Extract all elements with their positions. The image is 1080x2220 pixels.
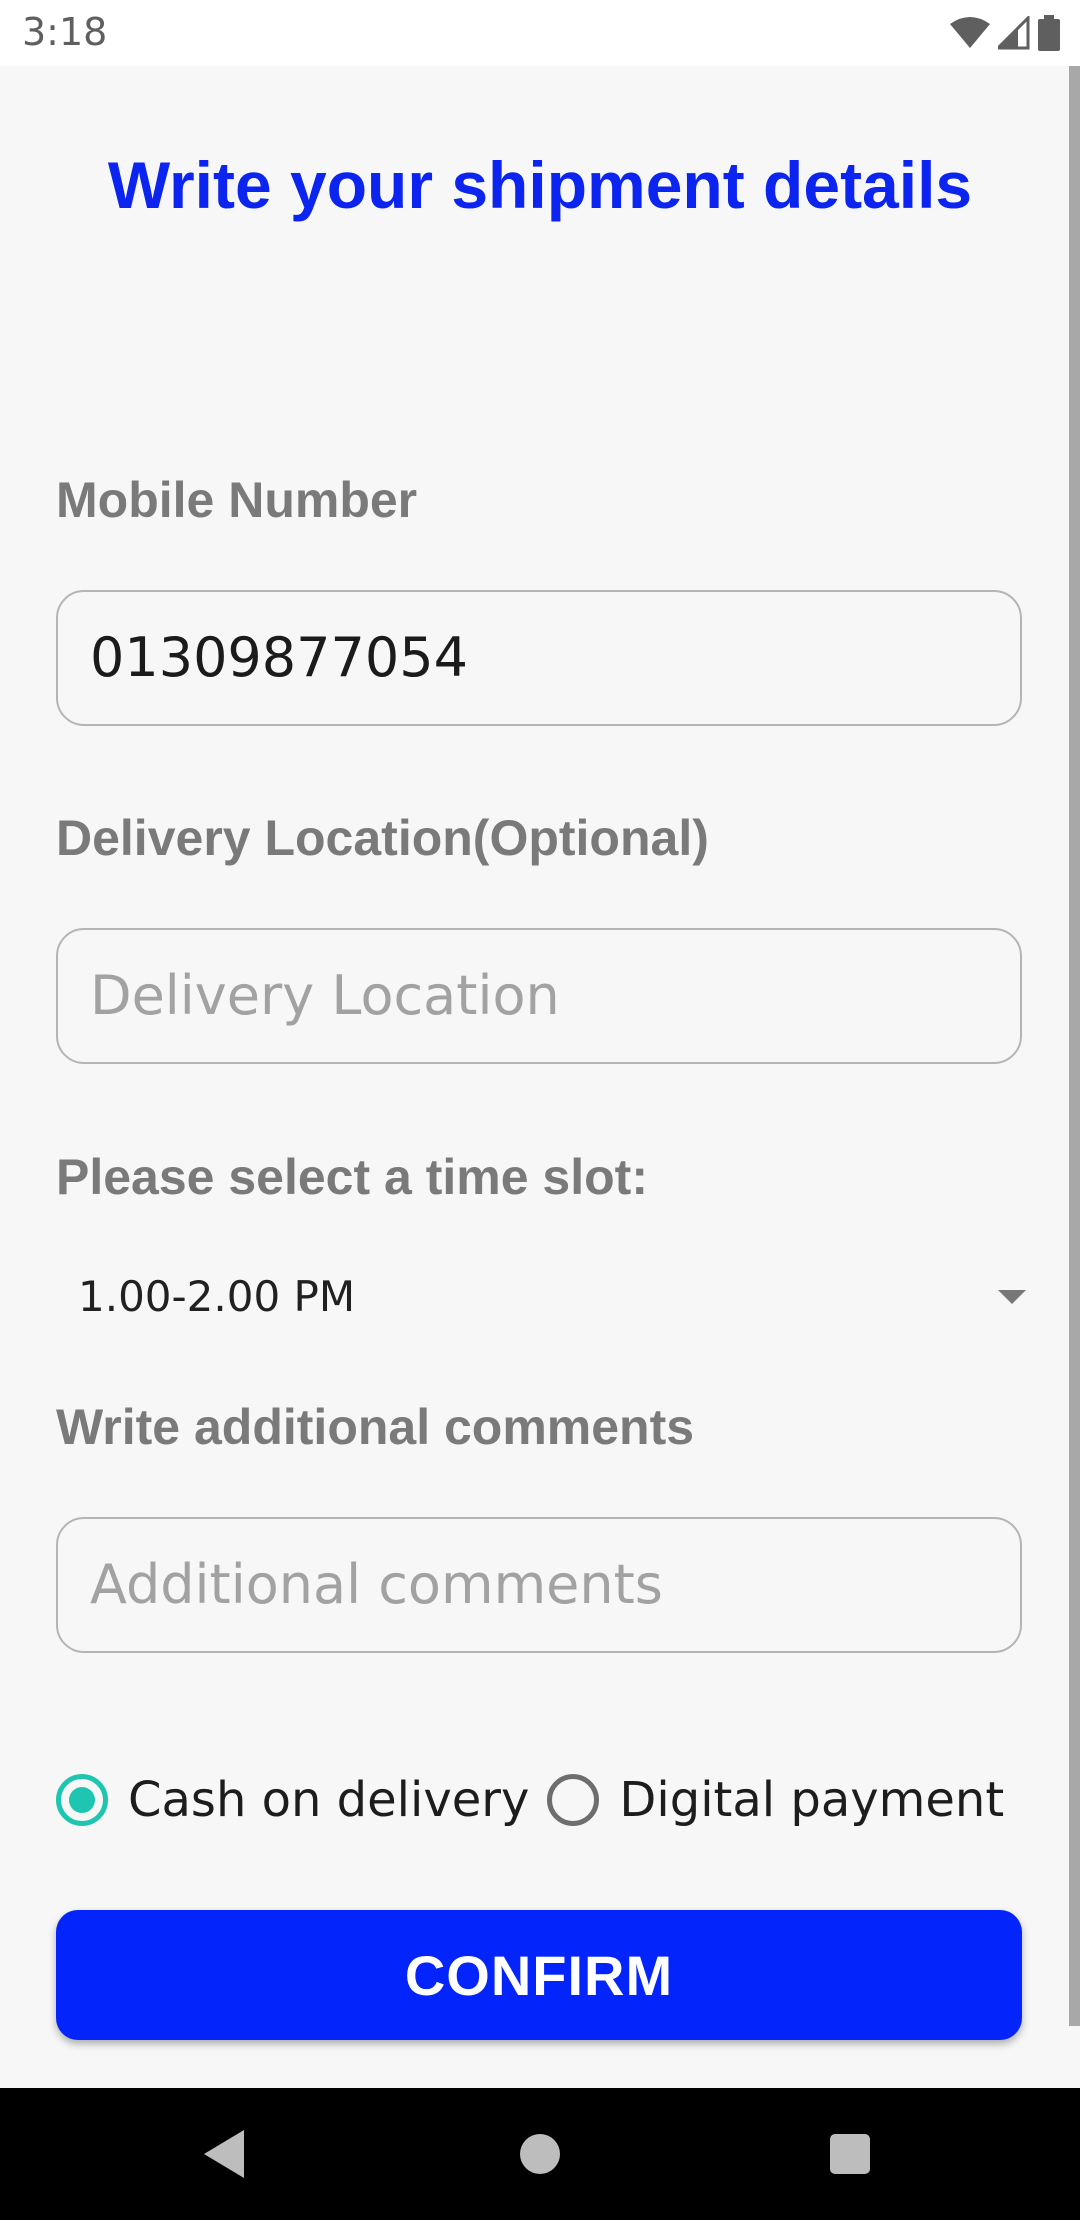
time-slot-selected: 1.00-2.00 PM [78, 1272, 356, 1321]
signal-icon [998, 16, 1030, 50]
wifi-icon [950, 16, 990, 50]
delivery-location-input[interactable]: Delivery Location [56, 928, 1022, 1064]
payment-radio-group: Cash on delivery Digital payment [56, 1765, 1022, 1835]
status-time: 3:18 [22, 10, 108, 54]
home-icon[interactable] [520, 2134, 560, 2174]
delivery-location-label: Delivery Location(Optional) [56, 810, 709, 866]
time-slot-label: Please select a time slot: [56, 1149, 648, 1205]
comments-input[interactable]: Additional comments [56, 1517, 1022, 1653]
dropdown-arrow-icon [998, 1290, 1026, 1304]
recents-icon[interactable] [830, 2134, 870, 2174]
time-slot-dropdown[interactable]: 1.00-2.00 PM [56, 1260, 1032, 1340]
radio-label-cash[interactable]: Cash on delivery [128, 1772, 529, 1828]
navigation-bar [0, 2088, 1080, 2220]
radio-cash-on-delivery[interactable]: Cash on delivery [56, 1765, 547, 1835]
battery-icon [1038, 15, 1060, 51]
radio-digital-payment[interactable]: Digital payment [547, 1765, 1022, 1835]
mobile-number-label: Mobile Number [56, 472, 418, 528]
mobile-number-input[interactable]: 01309877054 [56, 590, 1022, 726]
radio-unchecked-icon[interactable] [547, 1774, 600, 1826]
status-icons [950, 14, 1060, 52]
confirm-button[interactable]: CONFIRM [56, 1910, 1022, 2040]
comments-placeholder: Additional comments [90, 1553, 663, 1616]
radio-label-digital[interactable]: Digital payment [619, 1772, 1004, 1828]
page-title: Write your shipment details [107, 148, 973, 222]
delivery-location-placeholder: Delivery Location [90, 964, 560, 1027]
mobile-number-value: 01309877054 [90, 626, 468, 689]
back-icon[interactable] [204, 2130, 244, 2178]
comments-label: Write additional comments [56, 1399, 695, 1455]
screen: 3:18 Write your shipment details Mobile … [0, 0, 1080, 2220]
status-bar: 3:18 [0, 0, 1080, 66]
scroll-indicator[interactable] [1069, 66, 1080, 2026]
radio-checked-icon[interactable] [56, 1774, 108, 1826]
